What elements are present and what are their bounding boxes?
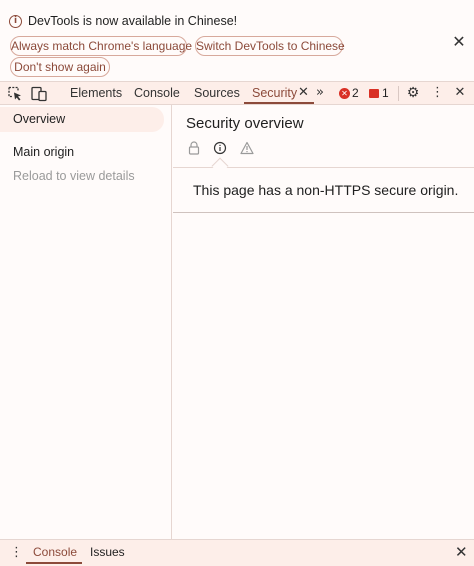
tab-security[interactable]: Security — [252, 82, 297, 104]
close-icon[interactable]: ✕ — [455, 543, 468, 561]
active-drawer-tab-indicator — [26, 562, 82, 564]
lock-icon[interactable] — [187, 141, 201, 155]
tab-console[interactable]: Console — [134, 82, 180, 104]
sidebar-item-reload-hint: Reload to view details — [13, 169, 135, 183]
infobar-message: DevTools is now available in Chinese! — [28, 14, 238, 28]
security-message: This page has a non-HTTPS secure origin. — [193, 182, 459, 198]
dont-show-again-button[interactable]: Don't show again — [10, 57, 110, 77]
issue-count[interactable]: 1 — [382, 86, 389, 101]
sidebar-item-main-origin[interactable]: Main origin — [0, 140, 74, 165]
close-icon[interactable]: ✕ — [452, 34, 466, 50]
bottom-drawer: ⋮ Console Issues ✕ — [0, 539, 474, 566]
issue-flag-icon[interactable] — [369, 89, 379, 98]
info-icon: i — [9, 15, 22, 28]
sidebar-item-overview[interactable]: Overview — [0, 107, 164, 132]
devtools-toolbar: Elements Console Sources Security ✕ » ✕ … — [0, 81, 474, 105]
gear-icon[interactable]: ⚙ — [405, 85, 421, 101]
kebab-menu-icon[interactable]: ⋮ — [10, 544, 23, 562]
drawer-tab-console[interactable]: Console — [33, 540, 77, 564]
close-icon[interactable]: ✕ — [453, 85, 467, 101]
info-icon[interactable] — [213, 141, 227, 155]
inspect-element-icon[interactable] — [8, 86, 23, 102]
security-overview-panel: Security overview This page has a non-HT… — [173, 105, 474, 539]
tab-elements[interactable]: Elements — [70, 82, 122, 104]
language-infobar: i DevTools is now available in Chinese! … — [0, 0, 474, 81]
tab-sources[interactable]: Sources — [194, 82, 240, 104]
error-icon[interactable]: ✕ — [339, 88, 350, 99]
close-tab-icon[interactable]: ✕ — [298, 83, 309, 103]
active-tab-indicator — [244, 102, 314, 104]
message-divider — [173, 212, 474, 213]
kebab-menu-icon[interactable]: ⋮ — [431, 85, 444, 101]
always-match-language-button[interactable]: Always match Chrome's language — [10, 36, 192, 56]
toolbar-divider — [398, 86, 399, 101]
error-count[interactable]: 2 — [352, 86, 359, 101]
drawer-tab-issues[interactable]: Issues — [90, 540, 125, 564]
chevrons-right-icon[interactable]: » — [316, 83, 324, 103]
device-toggle-icon[interactable] — [31, 86, 47, 102]
page-title: Security overview — [186, 115, 304, 132]
selected-filter-pointer — [211, 157, 229, 175]
security-sidebar: Overview Main origin Reload to view deta… — [0, 105, 172, 539]
switch-language-button[interactable]: Switch DevTools to Chinese — [195, 36, 345, 56]
warning-icon[interactable] — [240, 141, 254, 155]
